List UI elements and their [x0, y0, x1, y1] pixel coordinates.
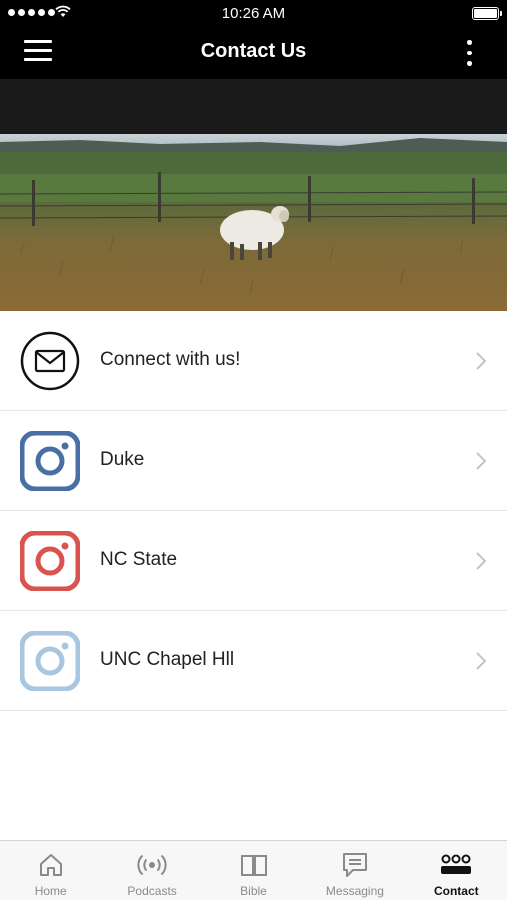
book-icon [240, 855, 267, 876]
status-bar: 10:26 AM [0, 0, 507, 26]
mail-icon [20, 331, 80, 391]
instagram-icon [20, 631, 80, 691]
tab-messaging[interactable]: Messaging [304, 841, 405, 900]
tab-label: Podcasts [127, 884, 177, 898]
tab-label: Messaging [325, 884, 384, 898]
contact-list: Connect with us! Duke NC State UNC Chape… [0, 311, 507, 711]
chevron-right-icon [476, 552, 487, 570]
nav-bar: Contact Us [0, 26, 507, 79]
sheep-field-photo [0, 134, 507, 311]
hero-image [0, 134, 507, 311]
page-title: Contact Us [200, 40, 307, 62]
more-options-button[interactable] [461, 40, 477, 67]
contact-label: Duke [100, 449, 145, 470]
people-icon [441, 854, 472, 874]
chevron-right-icon [476, 352, 487, 370]
battery-icon [472, 7, 502, 20]
tab-home[interactable]: Home [0, 841, 101, 900]
instagram-icon [20, 431, 80, 491]
contact-label: Connect with us! [100, 349, 241, 370]
tab-bar: Home Podcasts Bible Messaging Contact [0, 840, 507, 900]
tab-label: Home [34, 884, 67, 898]
status-time: 10:26 AM [221, 5, 286, 22]
chevron-right-icon [476, 652, 487, 670]
instagram-icon [20, 531, 80, 591]
chevron-right-icon [476, 452, 487, 470]
tab-label: Bible [240, 884, 267, 898]
home-icon [39, 854, 62, 876]
contact-label: NC State [100, 549, 178, 570]
contact-row-duke[interactable]: Duke [0, 411, 507, 511]
tab-bible[interactable]: Bible [203, 841, 304, 900]
contact-label: UNC Chapel Hll [100, 649, 235, 670]
subheader-band [0, 79, 507, 134]
tab-label: Contact [433, 884, 479, 898]
contact-row-nc-state[interactable]: NC State [0, 511, 507, 611]
message-icon [342, 853, 367, 877]
tab-podcasts[interactable]: Podcasts [101, 841, 202, 900]
contact-row-unc[interactable]: UNC Chapel Hll [0, 611, 507, 711]
podcast-icon [137, 854, 167, 876]
tab-contact[interactable]: Contact [406, 841, 507, 900]
contact-row-connect[interactable]: Connect with us! [0, 311, 507, 411]
